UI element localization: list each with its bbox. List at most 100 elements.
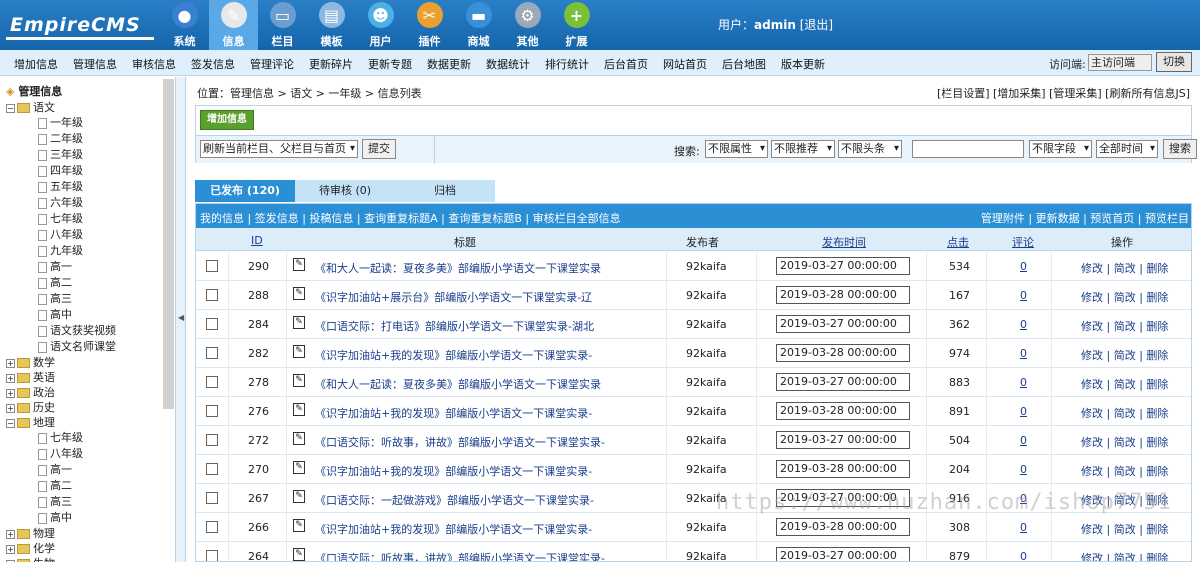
toolbar-right-links[interactable]: 管理附件 | 更新数据 | 预览首页 | 预览栏目 (981, 210, 1189, 226)
nav-plus[interactable]: + 扩展 (552, 0, 601, 50)
col-clicks[interactable]: 点击 (947, 234, 969, 250)
row-actions[interactable]: 修改 | 简改 | 删除 (1081, 405, 1168, 421)
collapse-icon[interactable]: − (6, 103, 15, 113)
collapse-arrow-icon[interactable]: ◀ (178, 313, 184, 322)
row-title[interactable]: 《口语交际：打电话》部编版小学语文一下课堂实录-湖北 (315, 318, 594, 334)
tree-leaf[interactable]: 语文名师课堂 (38, 338, 116, 354)
row-title[interactable]: 《识字加油站+展示台》部编版小学语文一下课堂实录-辽 (315, 289, 592, 305)
tab-pending[interactable]: 待审核 (0) (295, 180, 395, 202)
tree-folder[interactable]: + 数学 (6, 354, 55, 370)
row-time[interactable]: 2019-03-27 00:00:00 (776, 373, 910, 391)
row-checkbox[interactable] (206, 434, 218, 446)
tree-leaf[interactable]: 八年级 (38, 445, 83, 461)
subnav-item[interactable]: 更新专题 (368, 56, 412, 72)
row-checkbox[interactable] (206, 405, 218, 417)
edit-doc-icon[interactable]: ✎ (293, 258, 305, 271)
tree-folder[interactable]: +生物 (6, 555, 55, 562)
nav-user[interactable]: ☻ 用户 (356, 0, 405, 50)
row-actions[interactable]: 修改 | 简改 | 删除 (1081, 550, 1168, 561)
refresh-select[interactable]: 刷新当前栏目、父栏目与首页 (200, 140, 358, 158)
subnav-item[interactable]: 签发信息 (191, 56, 235, 72)
tree-leaf[interactable]: 高一 (38, 461, 72, 477)
edit-doc-icon[interactable]: ✎ (293, 432, 305, 445)
headline-filter[interactable]: 不限头条 (838, 140, 902, 158)
row-comments[interactable]: 0 (1020, 521, 1027, 534)
toolbar-left-links[interactable]: 我的信息 | 签发信息 | 投稿信息 | 查询重复标题A | 查询重复标题B |… (200, 210, 621, 226)
row-title[interactable]: 《识字加油站+我的发现》部编版小学语文一下课堂实录- (315, 347, 592, 363)
col-id[interactable]: ID (251, 234, 263, 247)
row-title[interactable]: 《口语交际：听故事，讲故》部编版小学语文一下课堂实录- (315, 550, 605, 561)
expand-icon[interactable]: + (6, 544, 15, 554)
row-checkbox[interactable] (206, 347, 218, 359)
edit-doc-icon[interactable]: ✎ (293, 374, 305, 387)
row-comments[interactable]: 0 (1020, 318, 1027, 331)
row-title[interactable]: 《识字加油站+我的发现》部编版小学语文一下课堂实录- (315, 463, 592, 479)
row-actions[interactable]: 修改 | 简改 | 删除 (1081, 521, 1168, 537)
row-actions[interactable]: 修改 | 简改 | 删除 (1081, 347, 1168, 363)
expand-icon[interactable]: + (6, 529, 15, 539)
subnav-item[interactable]: 数据更新 (427, 56, 471, 72)
row-checkbox[interactable] (206, 492, 218, 504)
collapse-icon[interactable]: − (6, 418, 15, 428)
submit-button[interactable]: 提交 (362, 139, 396, 159)
tree-folder[interactable]: + 政治 (6, 384, 55, 400)
tree-folder[interactable]: − 地理 (6, 414, 55, 430)
tree-folder[interactable]: + 物理 (6, 525, 55, 541)
nav-tools[interactable]: ✂ 插件 (405, 0, 454, 50)
row-actions[interactable]: 修改 | 简改 | 删除 (1081, 289, 1168, 305)
edit-doc-icon[interactable]: ✎ (293, 519, 305, 532)
tree-folder[interactable]: + 化学 (6, 540, 55, 556)
row-comments[interactable]: 0 (1020, 434, 1027, 447)
row-title[interactable]: 《口语交际：听故事，讲故》部编版小学语文一下课堂实录- (315, 434, 605, 450)
row-actions[interactable]: 修改 | 简改 | 删除 (1081, 434, 1168, 450)
field-select[interactable]: 不限字段 (1029, 140, 1092, 158)
nav-gear[interactable]: ⚙ 其他 (503, 0, 552, 50)
row-comments[interactable]: 0 (1020, 289, 1027, 302)
attribute-filter[interactable]: 不限属性 (705, 140, 768, 158)
empirecms-logo[interactable]: EmpireCMS (6, 6, 156, 42)
row-time[interactable]: 2019-03-28 00:00:00 (776, 344, 910, 362)
tree-leaf[interactable]: 语文获奖视频 (38, 322, 116, 338)
tree-leaf[interactable]: 八年级 (38, 226, 83, 242)
tree-leaf[interactable]: 高中 (38, 306, 72, 322)
recommend-filter[interactable]: 不限推荐 (771, 140, 835, 158)
time-select[interactable]: 全部时间 (1096, 140, 1158, 158)
row-actions[interactable]: 修改 | 简改 | 删除 (1081, 260, 1168, 276)
row-actions[interactable]: 修改 | 简改 | 删除 (1081, 463, 1168, 479)
tree-leaf[interactable]: 七年级 (38, 210, 83, 226)
row-title[interactable]: 《口语交际：一起做游戏》部编版小学语文一下课堂实录- (315, 492, 594, 508)
visit-select[interactable]: 主访问端 (1088, 54, 1152, 71)
tree-leaf[interactable]: 二年级 (38, 130, 83, 146)
row-time[interactable]: 2019-03-27 00:00:00 (776, 315, 910, 333)
nav-card[interactable]: ▬ 商城 (454, 0, 503, 50)
row-time[interactable]: 2019-03-28 00:00:00 (776, 518, 910, 536)
tree-folder[interactable]: + 历史 (6, 399, 55, 415)
row-time[interactable]: 2019-03-28 00:00:00 (776, 460, 910, 478)
keyword-input[interactable] (912, 140, 1024, 158)
edit-doc-icon[interactable]: ✎ (293, 403, 305, 416)
row-time[interactable]: 2019-03-27 00:00:00 (776, 257, 910, 275)
row-checkbox[interactable] (206, 260, 218, 272)
nav-globe[interactable]: ● 系统 (160, 0, 209, 50)
row-title[interactable]: 《和大人一起读：夏夜多美》部编版小学语文一下课堂实录 (315, 376, 601, 392)
subnav-item[interactable]: 管理评论 (250, 56, 294, 72)
row-time[interactable]: 2019-03-27 00:00:00 (776, 547, 910, 561)
subnav-item[interactable]: 版本更新 (781, 56, 825, 72)
col-time[interactable]: 发布时间 (822, 234, 866, 250)
subnav-item[interactable]: 管理信息 (73, 56, 117, 72)
subnav-item[interactable]: 网站首页 (663, 56, 707, 72)
subnav-item[interactable]: 排行统计 (545, 56, 589, 72)
tree-folder[interactable]: − 语文 (6, 99, 55, 115)
tree-leaf[interactable]: 六年级 (38, 194, 83, 210)
subnav-item[interactable]: 更新碎片 (309, 56, 353, 72)
breadcrumb[interactable]: 位置：管理信息 > 语文 > 一年级 > 信息列表 (197, 85, 422, 101)
row-title[interactable]: 《识字加油站+我的发现》部编版小学语文一下课堂实录- (315, 521, 592, 537)
sidebar-splitter[interactable]: ◀ (176, 77, 186, 562)
row-checkbox[interactable] (206, 318, 218, 330)
row-checkbox[interactable] (206, 463, 218, 475)
tree-leaf[interactable]: 高三 (38, 290, 72, 306)
tree-leaf[interactable]: 高二 (38, 477, 72, 493)
row-time[interactable]: 2019-03-27 00:00:00 (776, 431, 910, 449)
edit-doc-icon[interactable]: ✎ (293, 548, 305, 561)
nav-folder[interactable]: ▭ 栏目 (258, 0, 307, 50)
